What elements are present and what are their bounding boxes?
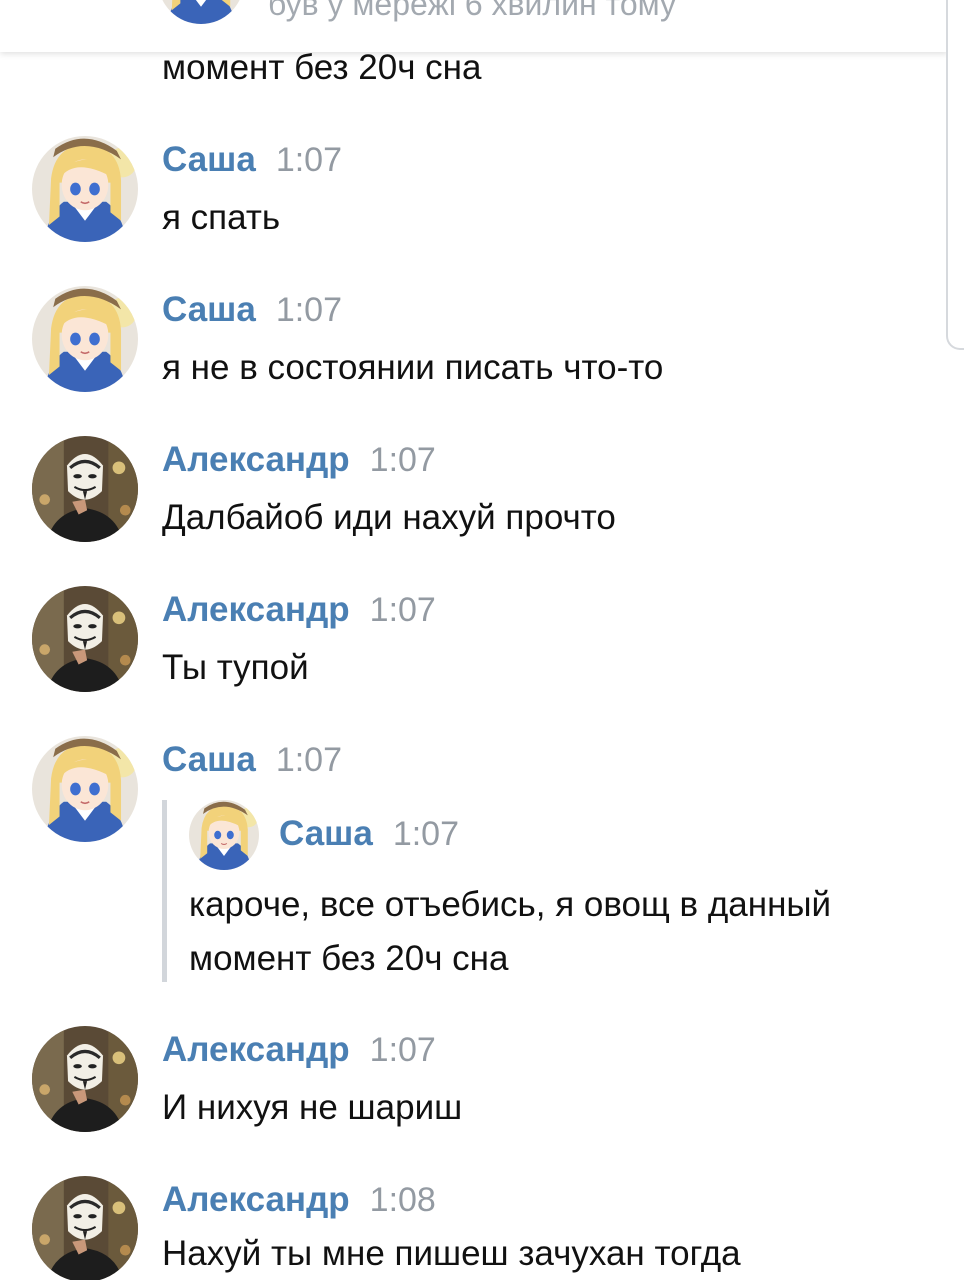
author-name[interactable]: Александр [162,1180,350,1219]
author-name[interactable]: Саша [162,740,256,779]
forwarded-avatar[interactable] [189,800,259,870]
message-item[interactable]: Александр 1:08 Нахуй ты мне пишеш зачухан… [0,1176,948,1280]
message-header: Саша 1:07 [162,140,342,180]
last-seen-status: був у мережі 6 хвилин тому [268,0,676,22]
user-avatar[interactable] [32,286,138,392]
message-item[interactable]: Саша 1:07 я спать [0,136,948,256]
message-time: 1:07 [369,441,436,479]
message-text: момент без 20ч сна [162,48,482,87]
message-header: Саша 1:07 [162,740,342,780]
message-header: Александр 1:08 [162,1180,436,1220]
forwarded-author[interactable]: Саша [279,814,373,853]
message-item[interactable]: Александр 1:07 И нихуя не шариш [0,1026,948,1146]
author-name[interactable]: Александр [162,440,350,479]
message-time: 1:08 [369,1181,436,1219]
message-time: 1:07 [369,1031,436,1069]
message-time: 1:07 [275,141,342,179]
user-avatar[interactable] [32,436,138,542]
scrollbar[interactable] [946,0,964,350]
message-header: Александр 1:07 [162,1030,436,1070]
author-name[interactable]: Саша [162,290,256,329]
author-name[interactable]: Александр [162,1030,350,1069]
message-text: я спать [162,198,281,237]
forwarded-message[interactable]: Саша 1:07 кароче, все отъебись, я овощ в … [162,800,947,982]
message-time: 1:07 [275,741,342,779]
message-time: 1:07 [275,291,342,329]
chat-screen: був у мережі 6 хвилин тому момент без 20… [0,0,964,1280]
message-text: Далбайоб иди нахуй прочто [162,498,616,537]
author-name[interactable]: Александр [162,590,350,629]
message-text: я не в состоянии писать что-то [162,348,664,387]
message-item[interactable]: Саша 1:07 Саша 1:07 кароче, все отъебись, … [0,736,948,986]
message-item[interactable]: Александр 1:07 Ты тупой [0,586,948,706]
message-item[interactable]: Александр 1:07 Далбайоб иди нахуй прочто [0,436,948,556]
user-avatar[interactable] [32,136,138,242]
message-header: Саша 1:07 [162,290,342,330]
message-header: Александр 1:07 [162,590,436,630]
message-header: Александр 1:07 [162,440,436,480]
author-name[interactable]: Саша [162,140,256,179]
message-text: Ты тупой [162,648,309,687]
user-avatar[interactable] [32,586,138,692]
message-text: И нихуя не шариш [162,1088,463,1127]
user-avatar[interactable] [32,736,138,842]
message-time: 1:07 [369,591,436,629]
message-item[interactable]: Саша 1:07 я не в состоянии писать что-то [0,286,948,406]
contact-avatar[interactable] [158,0,244,24]
user-avatar[interactable] [32,1026,138,1132]
forwarded-time: 1:07 [392,815,459,853]
forwarded-header: Саша 1:07 [279,814,459,854]
user-avatar[interactable] [32,1176,138,1280]
message-text: Нахуй ты мне пишеш зачухан тогда [162,1234,741,1273]
chat-header[interactable]: був у мережі 6 хвилин тому [0,0,948,52]
forwarded-text: кароче, все отъебись, я овощ в данный мо… [189,885,832,978]
